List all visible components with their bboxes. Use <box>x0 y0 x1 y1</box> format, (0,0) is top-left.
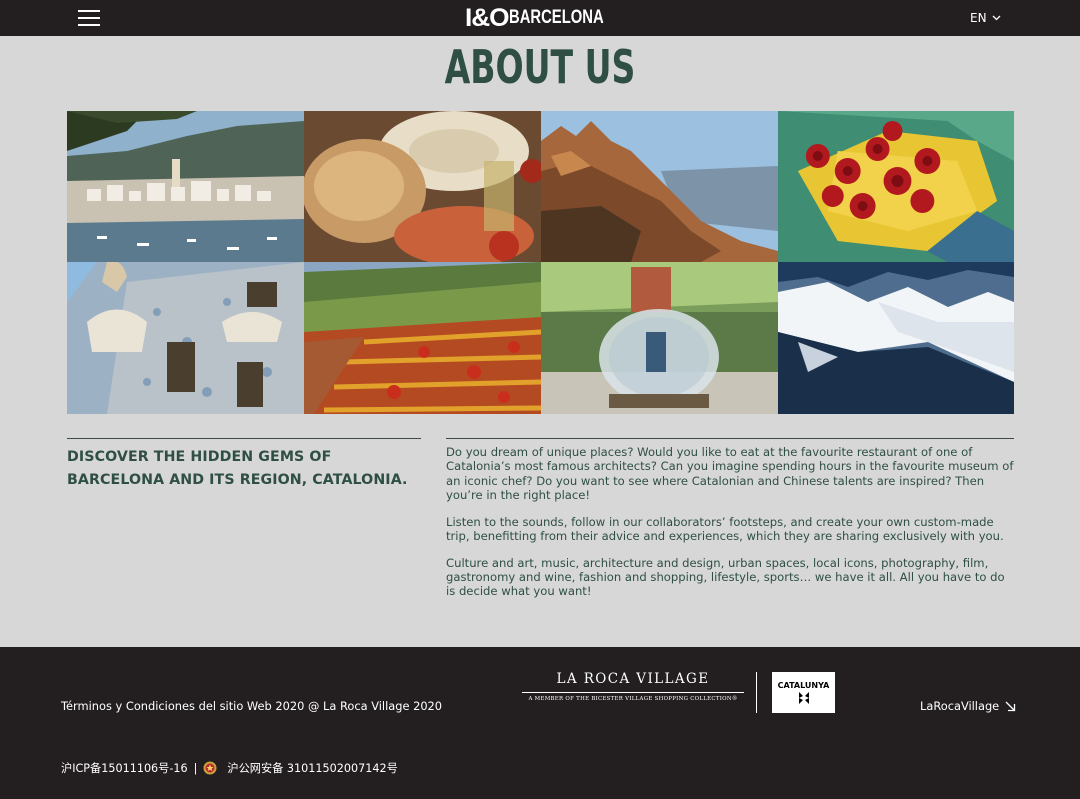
police-record-link[interactable]: 沪公网安备 31011502007142号 <box>227 760 397 776</box>
page-title: ABOUT US <box>444 40 636 94</box>
chevron-down-icon <box>992 15 1001 21</box>
catalunya-logo-text: CATALUNYA <box>777 680 830 690</box>
icp-info: 沪ICP备15011106号-16 | 沪公网安备 31011502007142… <box>61 760 398 776</box>
gallery-image-vineyard <box>304 262 541 414</box>
intro-body: Do you dream of unique places? Would you… <box>446 445 1016 611</box>
gallery-image-snowy-mountains <box>778 262 1014 414</box>
terms-link[interactable]: Términos y Condiciones del sitio Web 202… <box>61 699 442 713</box>
logo-mark: I&O <box>464 3 510 32</box>
footer-divider <box>756 672 757 713</box>
catalunya-emblem-icon <box>798 691 809 704</box>
language-selector[interactable]: EN <box>970 11 1001 25</box>
la-roca-village-logo[interactable]: LA ROCA VILLAGE A MEMBER OF THE BICESTER… <box>522 671 744 702</box>
la-roca-village-social-link[interactable]: LaRocaVillage <box>920 699 1016 713</box>
gallery-image-roses <box>778 111 1014 262</box>
site-logo[interactable]: I&O BARCELONA <box>464 3 631 32</box>
logo-text: BARCELONA <box>509 7 605 28</box>
tagline-rule <box>67 438 421 439</box>
body-rule <box>446 438 1014 439</box>
gallery-image-coastal-village <box>67 111 304 262</box>
top-bar: I&O BARCELONA EN <box>0 0 1080 36</box>
gallery-image-bread-table <box>304 111 541 262</box>
gallery-image-gaudi-facade <box>67 262 304 414</box>
la-roca-village-name: LA ROCA VILLAGE <box>522 671 744 687</box>
footer: Términos y Condiciones del sitio Web 202… <box>0 647 1080 799</box>
la-roca-village-name-text: LA ROCA VILLAGE <box>556 671 710 687</box>
intro-paragraph: Culture and art, music, architecture and… <box>446 555 1005 599</box>
intro-paragraph: Listen to the sounds, follow in our coll… <box>446 514 1004 543</box>
gallery-image-village-dome <box>541 262 778 414</box>
social-link-label: LaRocaVillage <box>920 699 1000 713</box>
hamburger-menu-icon[interactable] <box>78 10 100 26</box>
icp-link[interactable]: 沪ICP备15011106号-16 <box>61 760 188 776</box>
tagline: DISCOVER THE HIDDEN GEMS OF BARCELONA AN… <box>67 449 408 488</box>
gallery-image-montserrat <box>541 111 778 262</box>
police-badge-icon <box>203 761 217 775</box>
language-label: EN <box>970 11 987 25</box>
catalunya-logo[interactable]: CATALUNYA <box>772 672 835 713</box>
icp-separator: | <box>193 761 198 775</box>
la-roca-village-subtitle: A MEMBER OF THE BICESTER VILLAGE SHOPPIN… <box>522 692 744 702</box>
photo-gallery <box>67 111 1014 414</box>
intro-paragraph: Do you dream of unique places? Would you… <box>446 445 1014 502</box>
arrow-down-right-icon <box>1005 701 1016 711</box>
